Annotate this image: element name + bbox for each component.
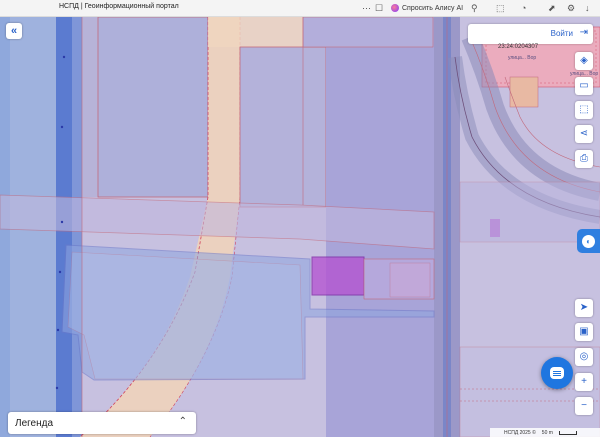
scale-bar xyxy=(558,430,577,435)
zoom-in-button[interactable]: + xyxy=(575,373,593,391)
bookmark-star-icon[interactable]: ☐ xyxy=(375,3,383,13)
ruler-icon[interactable]: ▭ xyxy=(575,77,593,95)
locate-icon[interactable]: ➤ xyxy=(575,299,593,317)
legend-label: Легенда xyxy=(15,418,54,429)
parcel-number-label: 23:24:0204307 xyxy=(498,44,539,50)
side-panel-icon: ◐ xyxy=(582,234,595,248)
download-arrow-icon[interactable]: ↓ xyxy=(585,3,590,13)
legend-dropdown[interactable]: Легенда ⌃ xyxy=(8,412,196,434)
profile-icon[interactable]: ◔ xyxy=(521,3,526,13)
browser-tab-bar: НСПД | Геоинформационный портал ⋯ ☐ Спро… xyxy=(0,0,600,17)
share-icon[interactable]: ⋖ xyxy=(575,125,593,143)
print-icon[interactable]: ⎙ xyxy=(575,150,593,168)
extensions-icon[interactable]: ⚲ xyxy=(471,3,478,13)
chat-button[interactable] xyxy=(541,357,573,389)
attribution-text: НСПД 2025 © xyxy=(504,429,536,436)
chat-icon xyxy=(550,367,564,379)
login-button[interactable]: Войти ⇥ xyxy=(468,24,593,44)
layers-icon[interactable]: ◈ xyxy=(575,52,593,70)
alice-icon xyxy=(391,4,399,12)
tab-title[interactable]: НСПД | Геоинформационный портал xyxy=(59,3,179,10)
select-area-icon[interactable]: ⬚ xyxy=(575,101,593,119)
bookmark-icon[interactable]: ⋯ xyxy=(362,3,371,13)
alice-button[interactable]: Спросить Алису AI xyxy=(391,2,463,14)
scale-label: 50 m xyxy=(541,429,553,436)
alice-label: Спросить Алису AI xyxy=(402,4,464,12)
map-attribution: НСПД 2025 © 50 m xyxy=(490,428,600,437)
login-label: Войти xyxy=(550,29,573,38)
map-canvas[interactable] xyxy=(0,17,600,437)
download-icon[interactable]: ⬚ xyxy=(496,3,505,13)
side-panel-tab[interactable]: ◐ xyxy=(577,229,600,253)
screen-icon[interactable]: ▣ xyxy=(575,323,593,341)
street-label: улица... Вор xyxy=(508,55,537,61)
zoom-out-button[interactable]: − xyxy=(575,397,593,415)
expand-icon: ⌃ xyxy=(178,416,187,427)
share-page-icon[interactable]: ⬈ xyxy=(548,3,556,13)
collapse-panel-button[interactable]: « xyxy=(6,23,22,39)
settings-icon[interactable]: ⚙ xyxy=(567,3,575,13)
map-layers xyxy=(0,17,600,437)
geolocation-icon[interactable]: ◎ xyxy=(575,348,593,366)
login-icon: ⇥ xyxy=(579,27,588,38)
